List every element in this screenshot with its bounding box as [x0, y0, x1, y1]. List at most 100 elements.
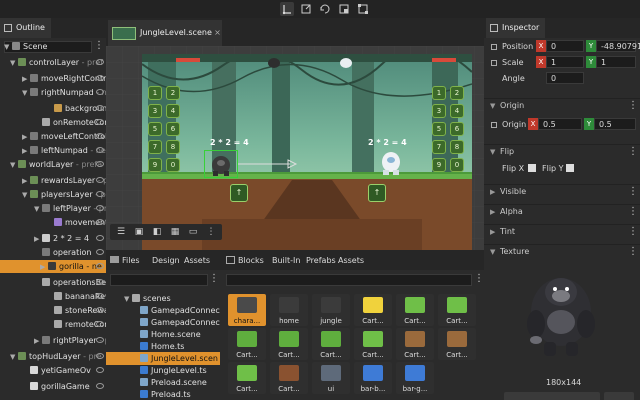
chevron-down-icon[interactable]: ▼: [10, 57, 18, 70]
eye-icon[interactable]: [96, 293, 104, 299]
tab-prefabs[interactable]: Prefabs: [306, 256, 336, 265]
scale-tool-icon[interactable]: [299, 2, 313, 16]
files-search-input[interactable]: [110, 274, 208, 286]
chevron-down-icon[interactable]: ▼: [10, 159, 18, 172]
outline-menu-icon[interactable]: ⋮: [94, 40, 104, 51]
scale-y-field[interactable]: 1: [596, 56, 636, 68]
outline-row[interactable]: ▶ 2 * 2 = 4: [34, 232, 89, 245]
align-left-icon[interactable]: ☰: [114, 225, 128, 239]
tab-blocks[interactable]: Blocks: [238, 256, 264, 265]
eye-icon[interactable]: [96, 59, 104, 65]
chevron-right-icon[interactable]: ▶: [34, 233, 42, 246]
eye-icon[interactable]: [96, 161, 104, 167]
outline-row[interactable]: ▼ worldLayer - prefa: [10, 158, 102, 171]
origin-x-field[interactable]: 0.5: [538, 118, 582, 130]
tint-section-header[interactable]: ▶ Tint ⋮: [484, 224, 640, 238]
chevron-right-icon[interactable]: ▶: [22, 175, 30, 188]
eye-icon[interactable]: [96, 219, 104, 225]
block-item[interactable]: Cart...: [228, 362, 266, 394]
tab-files[interactable]: Files: [122, 256, 140, 265]
flip-y-checkbox[interactable]: [566, 164, 574, 172]
eye-icon[interactable]: [96, 249, 104, 255]
texture-section-header[interactable]: ▼ Texture ⋮: [484, 244, 640, 258]
eye-icon[interactable]: [96, 205, 104, 211]
layers-icon[interactable]: ◧: [150, 225, 164, 239]
block-item[interactable]: bar-b...: [354, 362, 392, 394]
scale-x-field[interactable]: 1: [546, 56, 584, 68]
block-item[interactable]: Cart...: [396, 328, 434, 360]
flip-menu-icon[interactable]: ⋮: [628, 145, 638, 159]
block-item[interactable]: Cart...: [354, 328, 392, 360]
block-item[interactable]: Cart...: [354, 294, 392, 326]
eye-icon[interactable]: [96, 279, 104, 285]
chevron-down-icon[interactable]: ▼: [4, 41, 12, 54]
outline-row[interactable]: ▶rewardsLayer - pre: [22, 174, 106, 187]
close-tab-icon[interactable]: ×: [214, 20, 221, 46]
block-item[interactable]: Cart...: [438, 328, 476, 360]
visible-menu-icon[interactable]: ⋮: [628, 185, 638, 199]
chevron-right-icon[interactable]: ▶: [40, 261, 48, 274]
origin-menu-icon[interactable]: ⋮: [628, 99, 638, 113]
block-item[interactable]: Cart...: [228, 328, 266, 360]
eye-icon[interactable]: [96, 235, 104, 241]
blocks-search-input[interactable]: [226, 274, 472, 286]
eye-icon[interactable]: [96, 147, 104, 153]
eye-icon[interactable]: [96, 307, 104, 313]
move-tool-icon[interactable]: [280, 2, 294, 16]
outline-row[interactable]: ▶ gorilla - ne: [0, 260, 106, 273]
chevron-down-icon[interactable]: ▼: [34, 203, 42, 216]
eye-icon[interactable]: [96, 75, 104, 81]
eye-icon[interactable]: [96, 191, 104, 197]
outline-row[interactable]: ▼rightNumpad - nest: [22, 86, 106, 99]
gorilla-selection-box[interactable]: [204, 150, 238, 178]
eye-icon[interactable]: [96, 105, 104, 111]
outline-row[interactable]: yetiGameOv: [22, 364, 91, 377]
texture-menu-icon[interactable]: ⋮: [628, 245, 638, 259]
chevron-down-icon[interactable]: ▼: [22, 189, 30, 202]
block-item[interactable]: jungle: [312, 294, 350, 326]
tab-design[interactable]: Design: [152, 256, 180, 265]
angle-field[interactable]: 0: [546, 72, 584, 84]
texture-delete-button[interactable]: [604, 392, 634, 400]
block-item[interactable]: Cart...: [396, 294, 434, 326]
eye-icon[interactable]: [96, 337, 104, 343]
block-item[interactable]: Cart...: [312, 328, 350, 360]
blocks-menu-icon[interactable]: ⋮: [474, 273, 484, 284]
origin-section-header[interactable]: ▼ Origin ⋮: [484, 98, 640, 112]
position-x-field[interactable]: 0: [546, 40, 584, 52]
eye-icon[interactable]: [96, 321, 104, 327]
outline-row[interactable]: ▼ Scene: [4, 40, 47, 53]
alpha-section-header[interactable]: ▶ Alpha ⋮: [484, 204, 640, 218]
tiles-icon[interactable]: ▦: [168, 225, 182, 239]
outline-row[interactable]: gorillaGame: [22, 380, 90, 393]
position-y-field[interactable]: -48.90791: [596, 40, 640, 52]
eye-icon[interactable]: [96, 177, 104, 183]
eye-icon[interactable]: [96, 119, 104, 125]
origin-y-field[interactable]: 0.5: [594, 118, 636, 130]
outline-row[interactable]: ▼ topHudLayer - pre: [10, 350, 102, 363]
scene-canvas[interactable]: 2 * 2 = 4 2 * 2 = 4 ↑ ↑ 1 2 1 2 3 4 3 4 …: [106, 46, 484, 250]
tab-inspector[interactable]: Inspector: [486, 18, 546, 38]
tab-jungle-level-scene[interactable]: JungleLevel.scene ×: [108, 20, 222, 46]
block-item[interactable]: Cart...: [438, 294, 476, 326]
chevron-right-icon[interactable]: ▶: [34, 335, 42, 348]
frame-icon[interactable]: ▭: [186, 225, 200, 239]
outline-row[interactable]: ▶ moveRightContro: [22, 72, 106, 85]
outline-row[interactable]: ▶leftNumpad - nest: [22, 144, 106, 157]
tab-assets[interactable]: Assets: [184, 256, 210, 265]
eye-icon[interactable]: [96, 133, 104, 139]
alpha-menu-icon[interactable]: ⋮: [628, 205, 638, 219]
block-item[interactable]: Cart...: [270, 328, 308, 360]
tab-built-in[interactable]: Built-In: [272, 256, 300, 265]
transform-tool-icon[interactable]: [356, 2, 370, 16]
visible-section-header[interactable]: ▶ Visible ⋮: [484, 184, 640, 198]
block-item[interactable]: chara...: [228, 294, 266, 326]
outline-row[interactable]: operation: [34, 246, 91, 259]
eye-icon[interactable]: [96, 89, 104, 95]
chevron-down-icon[interactable]: ▼: [22, 87, 30, 100]
block-item[interactable]: Cart...: [270, 362, 308, 394]
grid-icon[interactable]: ▣: [132, 225, 146, 239]
tint-menu-icon[interactable]: ⋮: [628, 225, 638, 239]
files-menu-icon[interactable]: ⋮: [209, 273, 219, 284]
eye-icon[interactable]: [96, 367, 104, 373]
